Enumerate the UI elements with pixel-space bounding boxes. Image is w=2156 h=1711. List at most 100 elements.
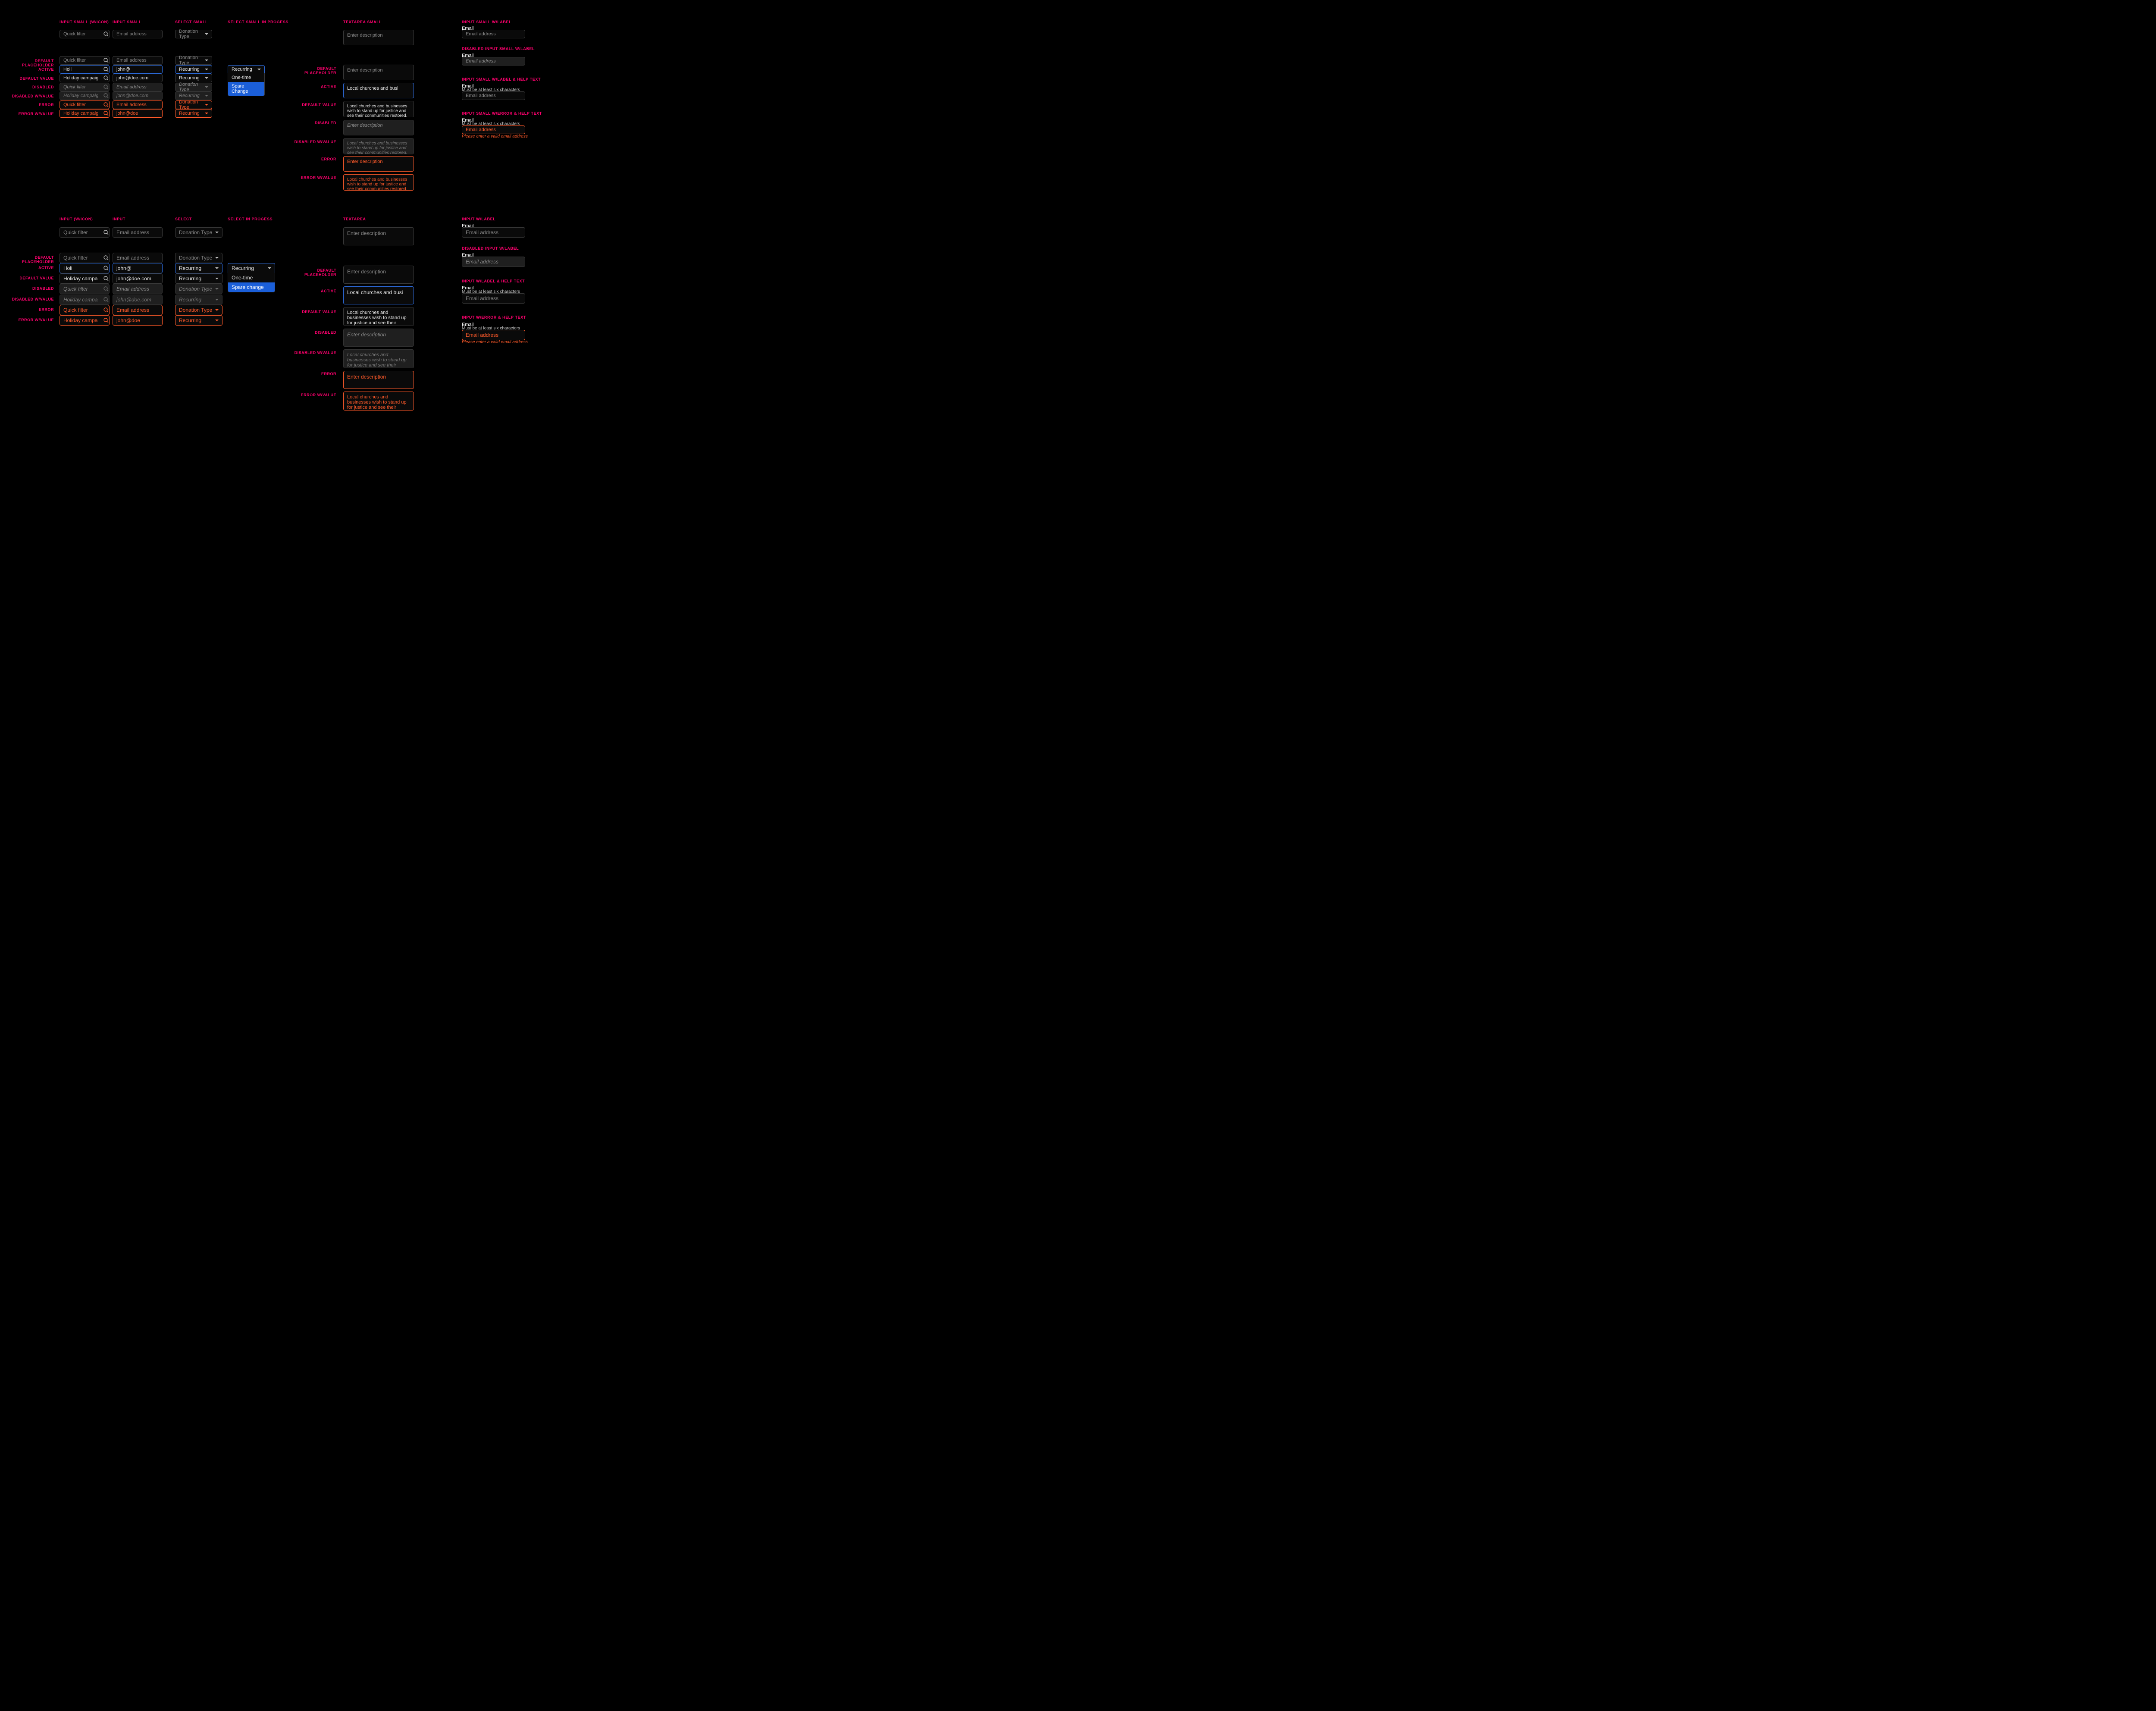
email-sm-error-value[interactable] bbox=[113, 109, 163, 118]
filter-sm-disabled bbox=[60, 83, 110, 91]
ta-default[interactable] bbox=[343, 266, 414, 284]
filter-sm-error[interactable] bbox=[60, 100, 110, 109]
ta-sm-disabled-value bbox=[343, 138, 414, 154]
filter-error[interactable] bbox=[60, 305, 110, 315]
select-dropdown[interactable]: One-time Spare change bbox=[228, 273, 275, 292]
email-labeled-disabled bbox=[462, 257, 525, 267]
ta-b-row-default-placeholder: DEFAULT PLACEHOLDER bbox=[285, 268, 336, 277]
filter-default[interactable] bbox=[60, 253, 110, 263]
email-labeled-sm-help[interactable] bbox=[462, 91, 525, 100]
hdr-select: SELECT bbox=[175, 217, 192, 221]
ta-row-default-value: DEFAULT VALUE bbox=[285, 103, 336, 107]
filter-error-value[interactable] bbox=[60, 315, 110, 326]
email[interactable] bbox=[113, 227, 163, 238]
error-text-1: Please enter a valid email address bbox=[462, 134, 528, 139]
email-sm-disabled-value bbox=[113, 91, 163, 100]
row-b-disabled: DISABLED bbox=[9, 286, 54, 291]
option-one-time[interactable]: One-time bbox=[228, 273, 275, 282]
select-sm-active[interactable]: Recurring bbox=[175, 65, 212, 74]
ta-active[interactable] bbox=[343, 286, 414, 304]
row-b-disabled-value: DISABLED W/VALUE bbox=[9, 297, 54, 301]
email-sm-disabled bbox=[113, 83, 163, 91]
hdr-select-small-progress: SELECT SMALL IN PROGESS bbox=[228, 20, 288, 24]
select-sm-error[interactable]: Donation Type bbox=[175, 100, 212, 109]
quick-filter[interactable] bbox=[60, 227, 110, 238]
hdr-textarea: TEXTAREA bbox=[343, 217, 366, 221]
filter-sm-error-value[interactable] bbox=[60, 109, 110, 118]
ta-sm-active[interactable] bbox=[343, 83, 414, 98]
select-sm-open[interactable]: Recurring bbox=[228, 65, 265, 74]
donation-select-sm[interactable]: Donation Type bbox=[175, 30, 212, 38]
donation-select[interactable]: Donation Type bbox=[175, 227, 222, 238]
select-error-value[interactable]: Recurring bbox=[175, 315, 222, 326]
select-sm-disabled: Donation Type bbox=[175, 83, 212, 91]
ta-row-error: ERROR bbox=[285, 157, 336, 161]
search-icon bbox=[103, 297, 109, 302]
hdr-select-progress: SELECT IN PROGESS bbox=[228, 217, 273, 221]
hdr-input-small-icon: INPUT SMALL (W/ICON) bbox=[60, 20, 109, 24]
email-error-value[interactable] bbox=[113, 315, 163, 326]
ta-b-row-error: ERROR bbox=[285, 372, 336, 376]
select-default[interactable]: Donation Type bbox=[175, 253, 222, 263]
ta-row-active: ACTIVE bbox=[285, 85, 336, 89]
select-error[interactable]: Donation Type bbox=[175, 305, 222, 315]
email-labeled-sm[interactable] bbox=[462, 30, 525, 38]
ta-row-default-placeholder: DEFAULT PLACEHOLDER bbox=[285, 66, 336, 75]
email-sm-active[interactable] bbox=[113, 65, 163, 74]
ta-b-row-disabled-value: DISABLED W/VALUE bbox=[285, 351, 336, 355]
hdr-input-label: INPUT W/LABEL bbox=[462, 217, 495, 221]
hdr-textarea-small: TEXTAREA SMALL bbox=[343, 20, 382, 24]
select-sm-default[interactable]: Donation Type bbox=[175, 56, 212, 65]
filter-sm-value[interactable] bbox=[60, 74, 110, 82]
hdr-input-error-help: INPUT W/ERROR & HELP TEXT bbox=[462, 315, 526, 320]
filter-sm-default[interactable] bbox=[60, 56, 110, 65]
hdr-input-label-help: INPUT W/LABEL & HELP TEXT bbox=[462, 279, 525, 283]
email-active[interactable] bbox=[113, 263, 163, 273]
email-error[interactable] bbox=[113, 305, 163, 315]
select-sm-dropdown[interactable]: One-time Spare Change bbox=[228, 73, 265, 96]
ta-sm-error-value[interactable] bbox=[343, 174, 414, 191]
hdr-input-small: INPUT SMALL bbox=[113, 20, 141, 24]
email-sm-default[interactable] bbox=[113, 56, 163, 65]
select-disabled: Donation Type bbox=[175, 284, 222, 294]
filter-value[interactable] bbox=[60, 273, 110, 284]
select-sm-error-value[interactable]: Recurring bbox=[175, 109, 212, 118]
email-disabled bbox=[113, 284, 163, 294]
option-spare-change[interactable]: Spare change bbox=[228, 282, 275, 292]
email-sm[interactable] bbox=[113, 30, 163, 38]
ta-sm-value[interactable] bbox=[343, 101, 414, 117]
filter-active[interactable] bbox=[60, 263, 110, 273]
select-sm-value[interactable]: Recurring bbox=[175, 74, 212, 82]
filter-sm-disabled-value bbox=[60, 91, 110, 100]
ta-value[interactable] bbox=[343, 307, 414, 326]
email-labeled-sm-error[interactable] bbox=[462, 125, 525, 134]
ta-row-disabled-value: DISABLED W/VALUE bbox=[285, 140, 336, 144]
ta-error[interactable] bbox=[343, 371, 414, 389]
email-sm-value[interactable] bbox=[113, 74, 163, 82]
search-icon bbox=[103, 286, 109, 291]
email-value[interactable] bbox=[113, 273, 163, 284]
ta-sm-error[interactable] bbox=[343, 156, 414, 172]
email-labeled-help[interactable] bbox=[462, 293, 525, 304]
email-labeled[interactable] bbox=[462, 227, 525, 238]
ta-row-error-value: ERROR W/VALUE bbox=[285, 175, 336, 180]
textarea[interactable] bbox=[343, 227, 414, 245]
ta-sm-disabled bbox=[343, 120, 414, 135]
email-labeled-error[interactable] bbox=[462, 330, 525, 340]
email-sm-error[interactable] bbox=[113, 100, 163, 109]
ta-error-value[interactable] bbox=[343, 392, 414, 411]
row-default-placeholder: DEFAULT PLACEHOLDER bbox=[9, 59, 54, 67]
quick-filter-sm[interactable] bbox=[60, 30, 110, 38]
textarea-sm[interactable] bbox=[343, 30, 414, 45]
option-spare-change-sm[interactable]: Spare Change bbox=[228, 82, 264, 96]
select-open[interactable]: Recurring bbox=[228, 263, 275, 273]
option-one-time-sm[interactable]: One-time bbox=[228, 73, 264, 82]
row-b-error: ERROR bbox=[9, 307, 54, 312]
select-active[interactable]: Recurring bbox=[175, 263, 222, 273]
ta-sm-default[interactable] bbox=[343, 65, 414, 80]
email-default[interactable] bbox=[113, 253, 163, 263]
filter-sm-active[interactable] bbox=[60, 65, 110, 74]
select-value[interactable]: Recurring bbox=[175, 273, 222, 284]
ta-disabled bbox=[343, 329, 414, 347]
hdr-input-small-label: INPUT SMALL W/LABEL bbox=[462, 20, 511, 24]
